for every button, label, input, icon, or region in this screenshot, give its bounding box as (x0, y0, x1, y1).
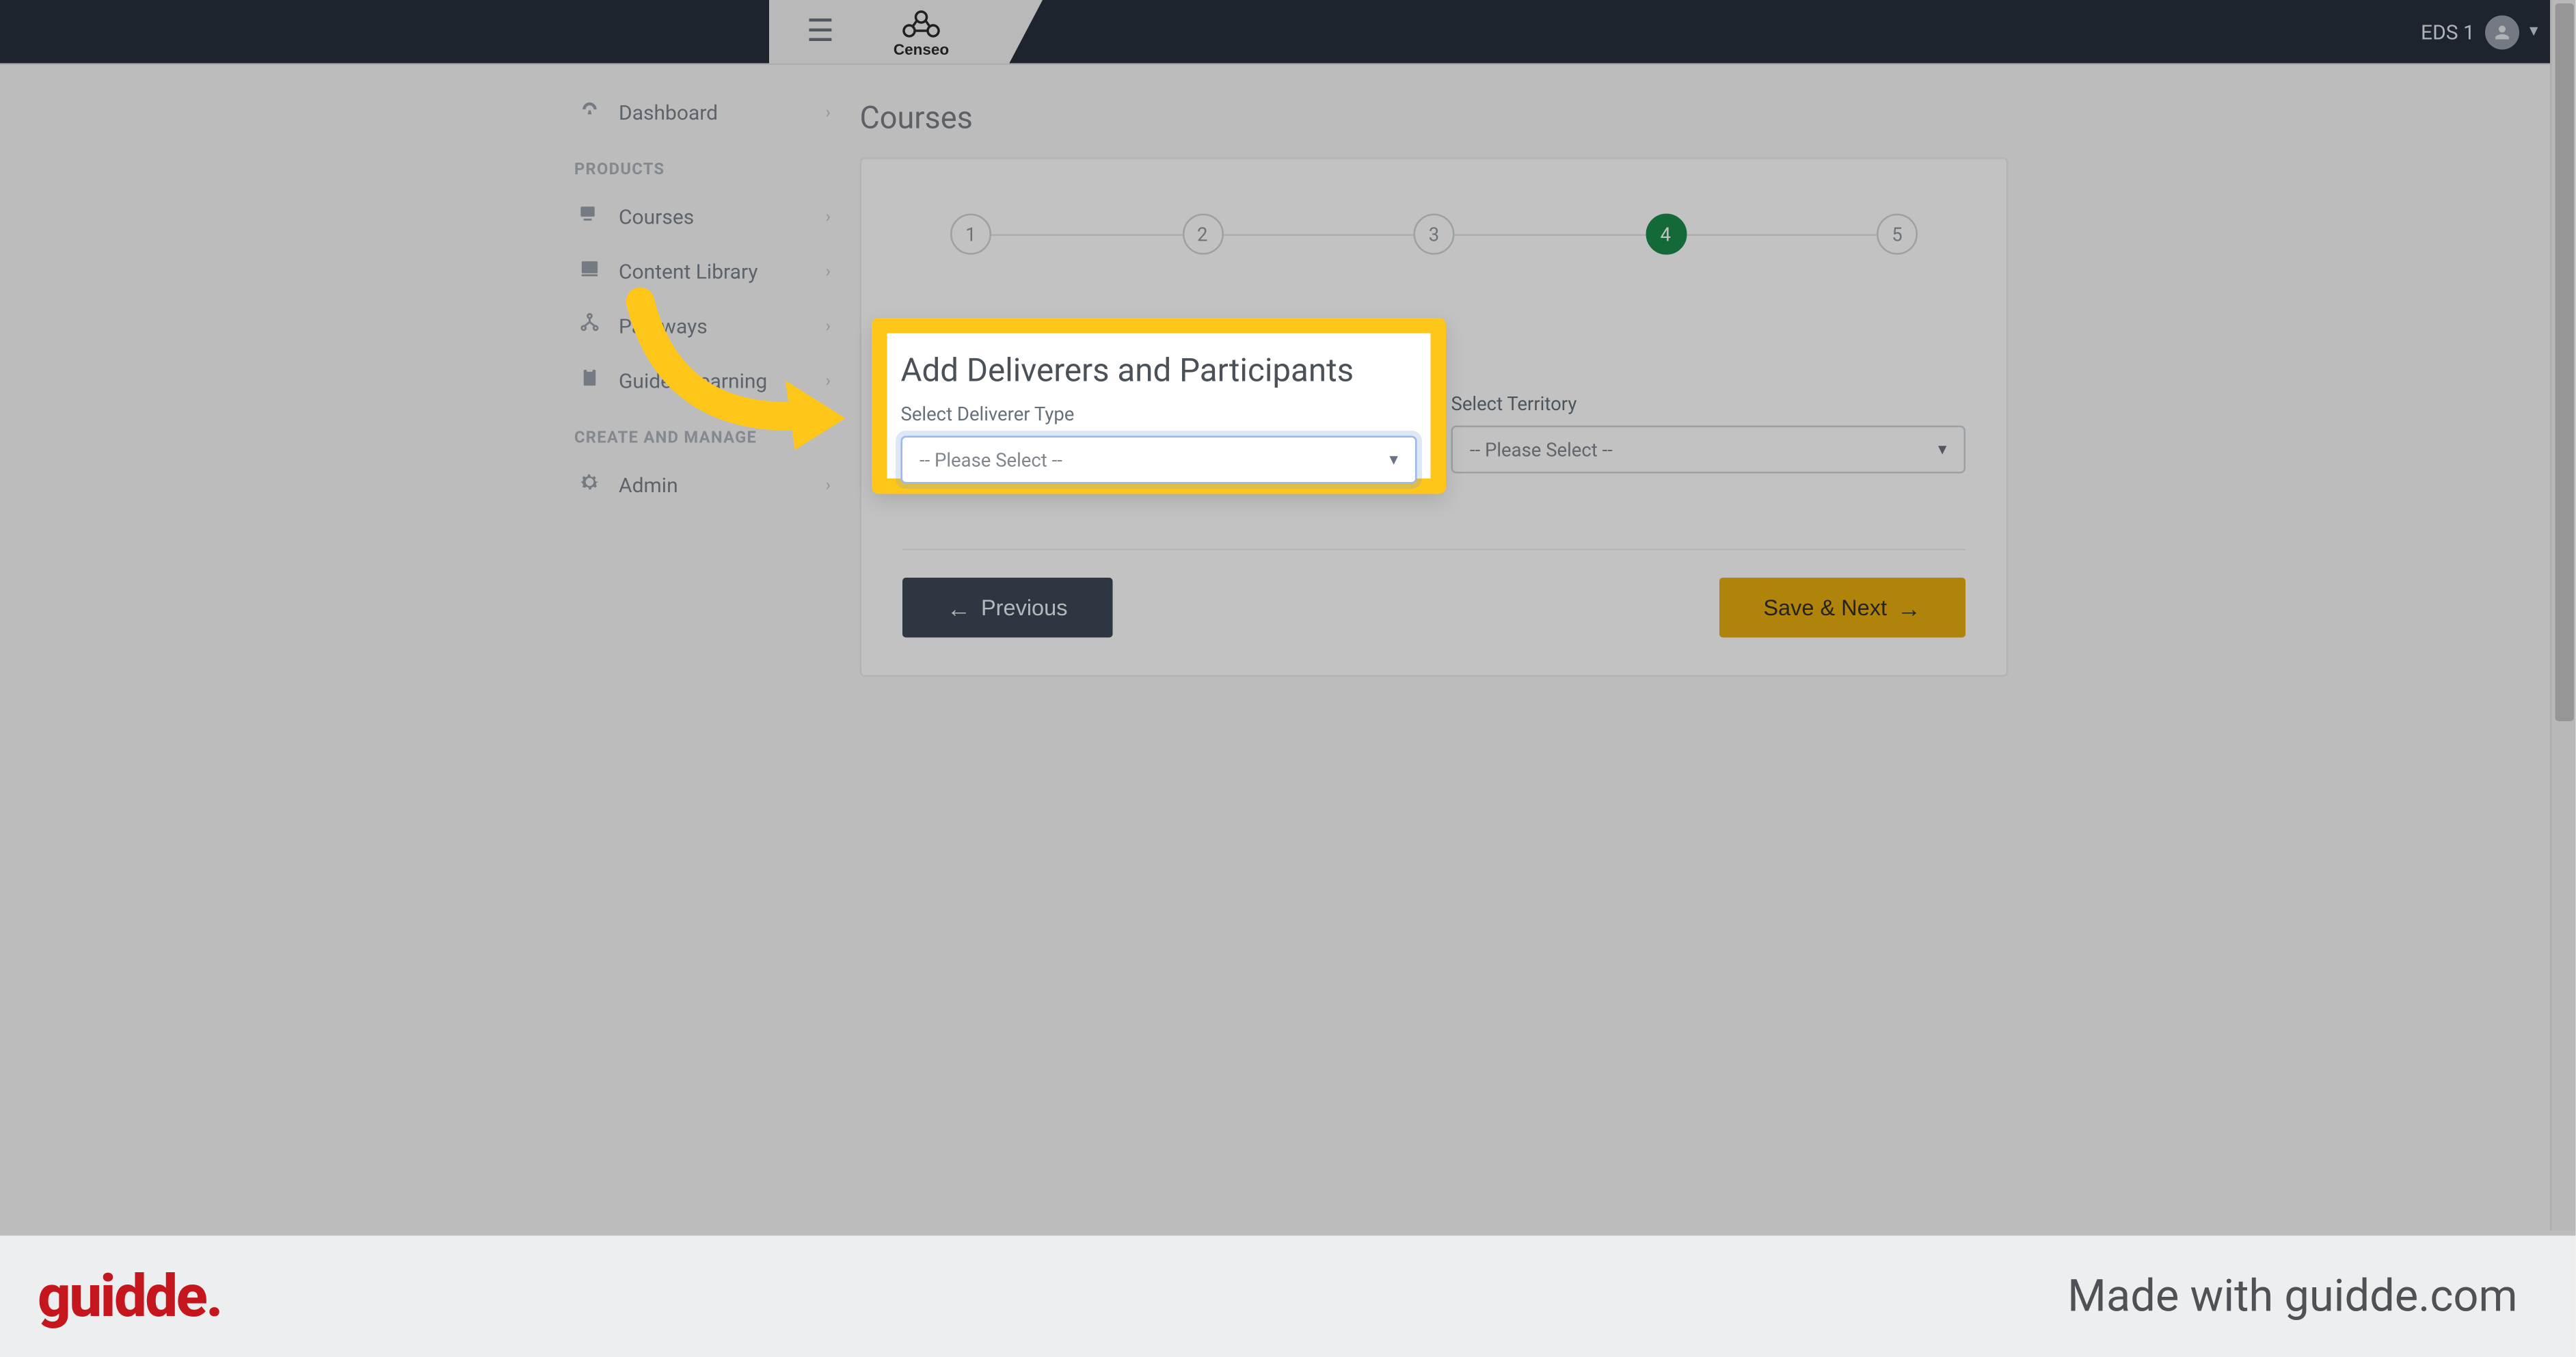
chevron-right-icon: › (825, 476, 831, 495)
sidebar-item-dashboard[interactable]: Dashboard › (567, 85, 837, 140)
step-1[interactable]: 1 (950, 214, 991, 255)
select-value: -- Please Select -- (1470, 438, 1613, 461)
chevron-down-icon: ▾ (1938, 440, 1947, 459)
wizard-steps: 1 2 3 4 5 (861, 159, 2007, 272)
sidebar-label: Dashboard (619, 101, 825, 125)
arrow-left-icon (947, 594, 971, 621)
chevron-right-icon: › (825, 263, 831, 282)
topbar: ☰ Censeo (0, 0, 2576, 65)
tutorial-spotlight: Add Deliverers and Participants Select D… (872, 318, 1446, 494)
sidebar-label: Pathways (619, 314, 825, 338)
chevron-right-icon: › (825, 208, 831, 227)
button-label: Save & Next (1763, 595, 1887, 621)
pathways-icon (574, 311, 605, 342)
save-next-button[interactable]: Save & Next (1719, 578, 1965, 638)
logo[interactable]: Censeo (872, 0, 1008, 64)
deliverer-type-label-spotlight: Select Deliverer Type (901, 403, 1417, 426)
footer-right-text: Made with guidde.com (2067, 1271, 2517, 1322)
step-5[interactable]: 5 (1877, 214, 1918, 255)
chevron-right-icon: › (825, 317, 831, 336)
page-title: Courses (860, 101, 973, 137)
courses-icon (574, 202, 605, 232)
form-col-territory: Select Territory -- Please Select -- ▾ (1451, 393, 1966, 474)
territory-label: Select Territory (1451, 393, 1966, 416)
sidebar-label: Content Library (619, 260, 825, 284)
sidebar-item-admin[interactable]: Admin › (567, 458, 837, 513)
sidebar-item-guided-learning[interactable]: Guided Learning › (567, 354, 837, 409)
chevron-down-icon: ▾ (1389, 451, 1398, 470)
topbar-left: ☰ Censeo (0, 0, 1008, 64)
guidde-logo: guidde. (38, 1262, 222, 1330)
territory-select[interactable]: -- Please Select -- ▾ (1451, 426, 1966, 474)
scrollbar[interactable] (2550, 0, 2576, 1231)
deliverer-type-select-spotlight[interactable]: -- Please Select -- ▾ (901, 436, 1417, 484)
button-row: Previous Save & Next (861, 550, 2007, 638)
hamburger-icon[interactable]: ☰ (807, 14, 834, 50)
select-value: -- Please Select -- (920, 448, 1062, 471)
button-label: Previous (981, 595, 1067, 621)
user-label: EDS 1 (2421, 20, 2475, 44)
scrollbar-thumb[interactable] (2555, 3, 2575, 721)
sidebar-section-create: CREATE AND MANAGE (567, 409, 837, 459)
sidebar-label: Courses (619, 205, 825, 229)
dashboard-icon (574, 98, 605, 129)
sidebar-item-pathways[interactable]: Pathways › (567, 299, 837, 354)
arrow-right-icon (1897, 594, 1921, 621)
footer-band: guidde. Made with guidde.com (0, 1236, 2576, 1357)
previous-button[interactable]: Previous (902, 578, 1112, 638)
caret-down-icon: ▾ (2530, 23, 2538, 42)
hamburger-wrap: ☰ (769, 0, 872, 64)
avatar (2485, 14, 2519, 49)
sidebar-section-products: PRODUCTS (567, 140, 837, 190)
chevron-right-icon: › (825, 103, 831, 122)
censeo-logo-icon: Censeo (882, 6, 961, 57)
step-2[interactable]: 2 (1182, 214, 1223, 255)
sidebar-item-content-library[interactable]: Content Library › (567, 245, 837, 299)
sidebar-label: Admin (619, 474, 825, 498)
step-3[interactable]: 3 (1414, 214, 1455, 255)
sidebar-item-courses[interactable]: Courses › (567, 190, 837, 245)
user-menu[interactable]: EDS 1 ▾ (2421, 14, 2538, 49)
sidebar-label: Guided Learning (619, 369, 825, 393)
section-heading-spotlight: Add Deliverers and Participants (901, 351, 1417, 397)
chevron-right-icon: › (825, 372, 831, 391)
user-icon (2492, 21, 2512, 42)
step-4[interactable]: 4 (1645, 214, 1686, 255)
gear-icon (574, 470, 605, 501)
clipboard-icon (574, 366, 605, 397)
sidebar: Dashboard › PRODUCTS Courses › Content L… (567, 85, 837, 513)
svg-text:Censeo: Censeo (894, 40, 949, 57)
library-icon (574, 256, 605, 287)
